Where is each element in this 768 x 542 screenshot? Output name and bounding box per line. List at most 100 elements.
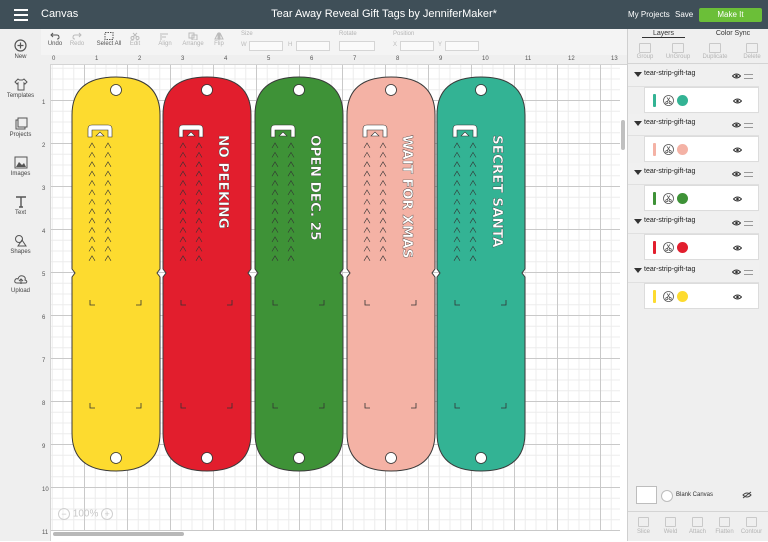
undo-button[interactable]: Undo (46, 32, 64, 47)
layer-item[interactable] (644, 185, 759, 211)
layer-item[interactable] (644, 136, 759, 162)
cut-operation-icon[interactable] (663, 242, 674, 253)
eye-icon[interactable] (733, 147, 742, 153)
layer-group[interactable]: tear-strip-gift-tag (628, 65, 759, 87)
gift-tag[interactable]: OPEN DEC. 25 (254, 76, 344, 472)
eye-icon[interactable] (733, 196, 742, 202)
collapse-triangle-icon[interactable] (634, 72, 642, 77)
drag-handle-icon[interactable] (744, 123, 753, 128)
tag-hole (110, 84, 122, 96)
ruler-left-number: 4 (42, 229, 46, 235)
layer-group[interactable]: tear-strip-gift-tag (628, 114, 759, 136)
tab-layers[interactable]: Layers (642, 30, 685, 38)
height-field[interactable] (296, 41, 330, 51)
attach-icon (692, 517, 703, 527)
weld-button[interactable]: Weld (657, 517, 684, 535)
my-projects-link[interactable]: My Projects (628, 10, 670, 19)
layer-group[interactable]: tear-strip-gift-tag (628, 212, 759, 234)
save-button[interactable]: Save (675, 10, 693, 19)
eye-icon[interactable] (732, 220, 741, 226)
flatten-button[interactable]: Flatten (711, 517, 738, 535)
edit-menu[interactable]: Edit (125, 32, 145, 47)
upload-label: Upload (10, 288, 30, 294)
drag-handle-icon[interactable] (744, 172, 753, 177)
layer-color-swatch[interactable] (677, 291, 688, 302)
tag-message: NO PEEKING (215, 135, 231, 229)
vertical-scrollbar[interactable] (621, 120, 625, 150)
ruler-top-number: 12 (568, 56, 575, 62)
drag-handle-icon[interactable] (744, 221, 753, 226)
eye-icon[interactable] (733, 294, 742, 300)
new-tool[interactable]: New (0, 39, 41, 60)
redo-button[interactable]: Redo (68, 32, 86, 47)
gift-tag[interactable]: SECRET SANTA (436, 76, 526, 472)
rotate-field[interactable] (339, 41, 375, 51)
layer-item[interactable] (644, 234, 759, 260)
x-field[interactable] (400, 41, 434, 51)
make-it-button[interactable]: Make It (699, 8, 762, 22)
layer-group[interactable]: tear-strip-gift-tag (628, 163, 759, 185)
layer-color-swatch[interactable] (677, 95, 688, 106)
width-field[interactable] (249, 41, 283, 51)
top-ruler: 0 1 2 3 4 5 6 7 8 9 10 11 12 13 (41, 55, 627, 65)
flip-menu[interactable]: Flip (210, 32, 228, 47)
ungroup-button[interactable]: UnGroup (661, 43, 695, 60)
images-tool[interactable]: Images (0, 156, 41, 177)
weld-icon (665, 517, 676, 527)
layer-item[interactable] (644, 283, 759, 309)
duplicate-button[interactable]: Duplicate (698, 43, 732, 60)
select-all-button[interactable]: Select All (94, 32, 124, 47)
arrange-menu[interactable]: Arrange (179, 32, 207, 47)
collapse-triangle-icon[interactable] (634, 268, 642, 273)
contour-button[interactable]: Contour (738, 517, 765, 535)
eye-icon[interactable] (733, 98, 742, 104)
cut-operation-icon[interactable] (663, 291, 674, 302)
zoom-out-button[interactable]: − (58, 508, 70, 520)
eye-hidden-icon[interactable] (742, 491, 752, 499)
layer-color-swatch[interactable] (677, 144, 688, 155)
cut-operation-icon[interactable] (663, 144, 674, 155)
eye-icon[interactable] (732, 122, 741, 128)
gift-tag[interactable]: NO PEEKING (162, 76, 252, 472)
layer-group[interactable]: tear-strip-gift-tag (628, 261, 759, 283)
templates-tool[interactable]: Templates (0, 78, 41, 99)
zoom-in-button[interactable]: + (101, 508, 114, 520)
eye-icon[interactable] (733, 245, 742, 251)
collapse-triangle-icon[interactable] (634, 170, 642, 175)
eye-icon[interactable] (732, 73, 741, 79)
attach-button[interactable]: Attach (684, 517, 711, 535)
cut-operation-icon[interactable] (663, 95, 674, 106)
drag-handle-icon[interactable] (744, 74, 753, 79)
tab-color-sync[interactable]: Color Sync (708, 30, 758, 37)
shapes-tool[interactable]: Shapes (0, 234, 41, 255)
eye-icon[interactable] (732, 171, 741, 177)
align-menu[interactable]: Align (154, 32, 176, 47)
collapse-triangle-icon[interactable] (634, 121, 642, 126)
upload-tool[interactable]: Upload (0, 273, 41, 294)
blank-canvas-swatch[interactable] (636, 486, 657, 504)
delete-button[interactable]: Delete (735, 43, 768, 60)
gift-tag[interactable] (71, 76, 161, 472)
horizontal-scrollbar[interactable] (53, 532, 184, 536)
slice-button[interactable]: Slice (630, 517, 657, 535)
layer-actions: Group UnGroup Duplicate Delete (628, 41, 768, 64)
design-canvas[interactable]: NO PEEKING OPEN DEC. 25 WAIT FOR XMAS SECRE… (51, 65, 620, 531)
drag-handle-icon[interactable] (744, 270, 753, 275)
layer-group-name: tear-strip-gift-tag (644, 266, 696, 273)
projects-tool[interactable]: Projects (0, 117, 41, 138)
tag-hole (293, 84, 305, 96)
layer-color-swatch[interactable] (677, 193, 688, 204)
projects-icon (15, 117, 27, 130)
cut-operation-icon[interactable] (663, 193, 674, 204)
collapse-triangle-icon[interactable] (634, 219, 642, 224)
text-tool[interactable]: Text (0, 195, 41, 216)
layer-color-stripe (653, 290, 656, 303)
layer-color-swatch[interactable] (677, 242, 688, 253)
eye-icon[interactable] (732, 269, 741, 275)
y-field[interactable] (445, 41, 479, 51)
canvas-color-picker[interactable] (661, 490, 673, 502)
group-button[interactable]: Group (628, 43, 662, 60)
gift-tag[interactable]: WAIT FOR XMAS (346, 76, 436, 472)
layer-item[interactable] (644, 87, 759, 113)
menu-hamburger-icon[interactable] (14, 9, 28, 21)
